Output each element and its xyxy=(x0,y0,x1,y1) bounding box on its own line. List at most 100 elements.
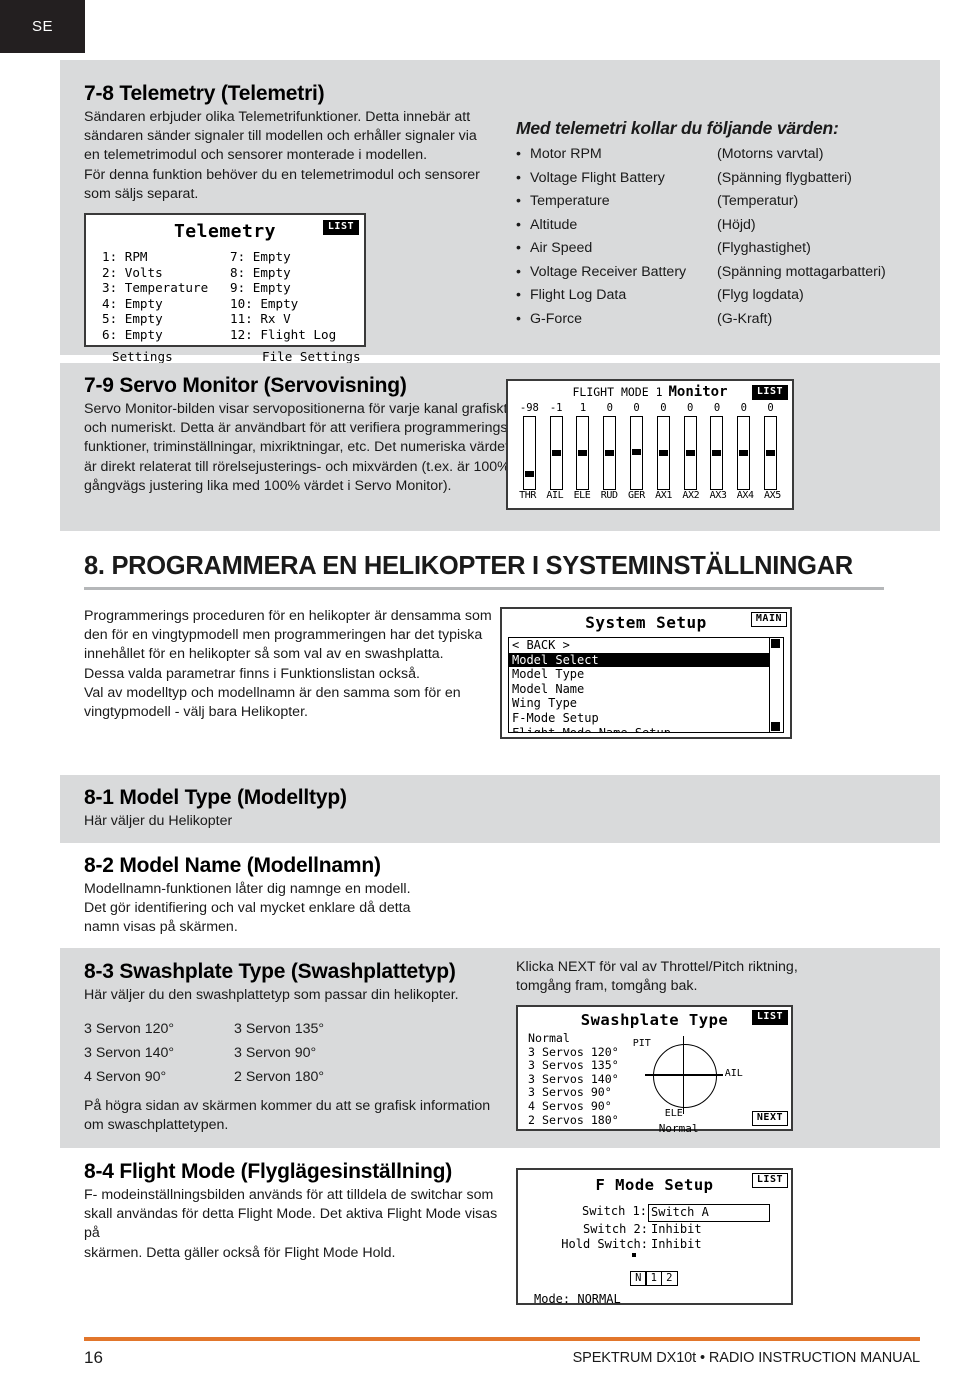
swash-item[interactable]: 3 Servos 120° xyxy=(528,1045,619,1060)
section-8-line-2: innehållet för en helikopter så som val … xyxy=(84,646,444,663)
system-setup-item-selected[interactable]: Model Select xyxy=(509,652,770,668)
section-8-line-0: Programmerings proceduren för en helikop… xyxy=(84,608,492,624)
system-setup-item[interactable]: Flight Mode Name Setup xyxy=(509,726,770,732)
channel-label: ELE xyxy=(573,490,591,501)
fmode-value-switch1[interactable]: Switch A xyxy=(648,1204,770,1222)
list-item: • Flight Log Data (Flyg logdata) xyxy=(516,284,916,308)
section-8-2-text: 8-2 Model Name (Modellnamn) Modellnamn-f… xyxy=(84,854,504,938)
system-setup-lcd-screenshot: System Setup MAIN < BACK > Model Select Mo… xyxy=(500,607,792,739)
file-settings-button[interactable]: File Settings xyxy=(262,349,361,364)
section-8-4-line-1: skall användas för detta Flight Mode. De… xyxy=(84,1206,498,1242)
section-7-8-line-4: som säljs separat. xyxy=(84,185,199,202)
section-7-9-text: 7-9 Servo Monitor (Servovisning) Servo M… xyxy=(84,374,514,496)
channel-value: 1 xyxy=(579,402,587,414)
ail-label: AIL xyxy=(724,1068,743,1079)
fmode-row: Switch 1: Switch A xyxy=(518,1204,791,1222)
section-7-8-line-0: Sändaren erbjuder olika Telemetrifunktio… xyxy=(84,109,471,125)
scrollbar[interactable] xyxy=(769,638,783,732)
list-badge[interactable]: LIST xyxy=(751,1173,788,1188)
bullet-icon: • xyxy=(516,169,521,186)
fmode-value-hold[interactable]: Inhibit xyxy=(648,1237,769,1253)
bullet-icon: • xyxy=(516,263,521,280)
list-badge[interactable]: LIST xyxy=(751,385,788,400)
section-7-8-text: 7-8 Telemetry (Telemetri) Sändaren erbju… xyxy=(84,82,504,204)
bullet-icon: • xyxy=(516,193,521,209)
list-badge[interactable]: LIST xyxy=(322,220,359,235)
swash-item[interactable]: 3 Servos 90° xyxy=(528,1086,619,1100)
scroll-down-icon[interactable] xyxy=(771,722,780,731)
section-8-4-line-0: F- modeinställningsbilden används för at… xyxy=(84,1187,494,1203)
section-8-text: Programmerings proceduren för en helikop… xyxy=(84,607,504,722)
value-sv: (Höjd) xyxy=(717,216,756,233)
channel-value: 0 xyxy=(687,402,694,414)
system-setup-item[interactable]: F-Mode Setup xyxy=(509,711,770,726)
list-item: • Air Speed (Flyghastighet) xyxy=(516,237,916,261)
telemetry-slot-grid: 1: RPM 7: Empty 2: Volts 8: Empty 3: Tem… xyxy=(102,249,364,343)
language-tab: SE xyxy=(0,0,85,53)
channel-value: 0 xyxy=(740,402,747,414)
fmode-row: Switch 2: Inhibit xyxy=(518,1222,791,1238)
servo-knob-icon xyxy=(605,450,615,456)
fmode-value-switch2[interactable]: Inhibit xyxy=(648,1222,769,1238)
system-setup-item[interactable]: Model Type xyxy=(509,667,770,682)
swash-item[interactable]: 4 Servos 90° xyxy=(528,1099,619,1114)
swash-option: 2 Servon 180° xyxy=(234,1069,325,1086)
system-setup-list[interactable]: < BACK > Model Select Model Type Model Name… xyxy=(508,637,784,733)
normal-label: Normal xyxy=(658,1122,699,1135)
section-8-4-line-2: skärmen. Detta gäller också för Flight M… xyxy=(84,1244,396,1261)
system-setup-item[interactable]: Model Name xyxy=(509,682,770,697)
next-button[interactable]: NEXT xyxy=(751,1111,788,1126)
value-sv: (Motorns varvtal) xyxy=(717,146,824,162)
section-8-3-title: 8-3 Swashplate Type (Swashplattetyp) xyxy=(84,960,456,983)
telemetry-slot: 10: Empty xyxy=(230,295,299,311)
swash-item[interactable]: Normal xyxy=(528,1031,619,1046)
telemetry-slot: 3: Temperature xyxy=(102,280,209,296)
section-7-8-line-1: sändaren sänder signaler till modellen o… xyxy=(84,128,477,145)
channel-label: AX2 xyxy=(682,490,700,501)
switch-cell[interactable]: N xyxy=(629,1270,647,1286)
section-8-2-line-2: namn visas på skärmen. xyxy=(84,919,238,936)
channel-label: GER xyxy=(627,490,645,501)
scroll-up-icon[interactable] xyxy=(771,639,780,648)
settings-button[interactable]: Settings xyxy=(112,349,262,364)
servo-bar xyxy=(656,416,670,490)
section-8-2-line-1: Det gör identifiering och val mycket enk… xyxy=(84,900,411,917)
servo-knob-icon xyxy=(766,450,776,456)
switch-cell[interactable]: 2 xyxy=(660,1270,678,1286)
swashplate-body: Normal 3 Servos 120° 3 Servos 135° 3 Ser… xyxy=(518,1031,791,1135)
swash-item[interactable]: 3 Servos 135° xyxy=(528,1059,619,1073)
value-en: Voltage Flight Battery xyxy=(530,169,665,186)
monitor-bar-wrap xyxy=(704,416,731,490)
switch-cell[interactable]: 1 xyxy=(645,1270,663,1286)
value-sv: (Temperatur) xyxy=(717,193,799,209)
footer-rule xyxy=(84,1337,920,1341)
system-setup-item[interactable]: < BACK > xyxy=(509,638,770,653)
section-8-heading-wrap: 8. PROGRAMMERA EN HELIKOPTER I SYSTEMINS… xyxy=(84,552,884,590)
lcd-title: Swashplate Type xyxy=(580,1011,729,1029)
servo-knob-icon xyxy=(712,450,722,456)
system-setup-item[interactable]: Wing Type xyxy=(509,696,770,711)
section-7-9-line-4: gångvägs justering lika med 100% värdet … xyxy=(84,477,452,494)
servo-bar xyxy=(737,416,751,490)
list-item: • Voltage Receiver Battery (Spänning motta… xyxy=(516,261,916,285)
telemetry-slot: 11: Rx V xyxy=(230,311,291,327)
swashplate-lcd-screenshot: Swashplate Type LIST NEXT Normal 3 Servo… xyxy=(516,1005,793,1135)
monitor-bar-wrap xyxy=(650,416,677,490)
fmode-switch-positions: N 1 2 xyxy=(518,1270,791,1286)
telemetry-lcd-screenshot: Telemetry LIST 1: RPM 7: Empty 2: Volts … xyxy=(84,213,366,364)
swash-option: 3 Servon 140° xyxy=(84,1045,175,1062)
monitor-bar-wrap xyxy=(543,416,570,490)
list-badge[interactable]: LIST xyxy=(751,1010,788,1025)
fmode-key: Switch 1: xyxy=(581,1204,647,1218)
pit-label: PIT xyxy=(632,1038,651,1049)
servo-bar xyxy=(764,416,778,490)
section-8-1-line-0: Här väljer du Helikopter xyxy=(84,813,233,829)
swashplate-type-list[interactable]: Normal 3 Servos 120° 3 Servos 135° 3 Ser… xyxy=(528,1031,619,1128)
swash-item[interactable]: 3 Servos 140° xyxy=(528,1072,619,1087)
telemetry-slot: 5: Empty xyxy=(102,311,163,327)
main-badge[interactable]: MAIN xyxy=(750,612,787,627)
swash-item[interactable]: 2 Servos 180° xyxy=(528,1113,619,1128)
fmode-key: Hold Switch: xyxy=(561,1237,648,1252)
bullet-icon: • xyxy=(516,216,521,233)
section-8-3-text: 8-3 Swashplate Type (Swashplattetyp) Här… xyxy=(84,960,504,1136)
